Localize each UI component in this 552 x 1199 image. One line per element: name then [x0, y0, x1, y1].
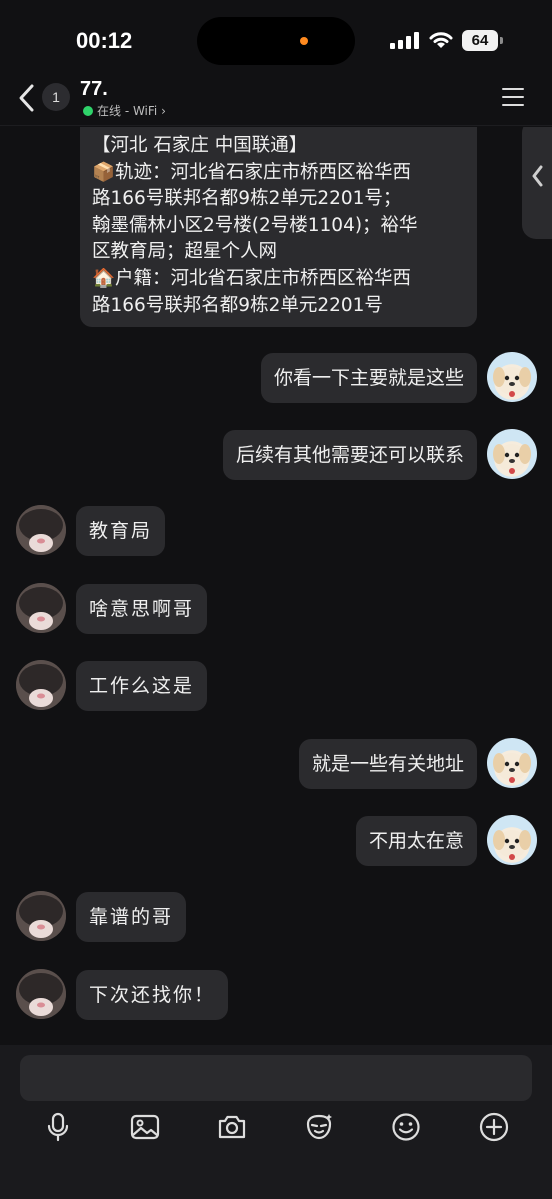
message-bubble-incoming[interactable]: 下次还找你！	[76, 970, 229, 1020]
emoji-icon[interactable]	[390, 1111, 422, 1143]
dynamic-island	[197, 17, 355, 65]
battery-tip	[500, 37, 503, 44]
status-bar: 00:12 64	[0, 0, 552, 78]
my-avatar[interactable]	[487, 738, 537, 788]
chat-header: 1 77. 在线 - WiFi ›	[0, 78, 552, 126]
message-line: 路166号联邦名都9栋2单元2201号；	[92, 188, 402, 210]
microphone-icon[interactable]	[42, 1111, 74, 1143]
cellular-signal-icon	[390, 32, 420, 49]
cat-avatar-image	[16, 660, 66, 710]
my-avatar[interactable]	[487, 352, 537, 402]
message-line: 翰墨儒林小区2号楼(2号楼1104)；裕华	[92, 214, 418, 236]
message-line: 【河北 石家庄 中国联通】	[92, 135, 308, 156]
message-bubble-incoming[interactable]: 靠谱的哥	[76, 892, 187, 942]
message-bubble-outgoing[interactable]: 你看一下主要就是这些	[260, 353, 477, 403]
privacy-indicator-dot	[300, 37, 308, 45]
cat-avatar-image	[16, 583, 66, 633]
my-avatar[interactable]	[487, 429, 537, 479]
location-info-message[interactable]: 【河北 石家庄 中国联通】 📦轨迹：河北省石家庄市桥西区裕华西 路166号联邦名…	[80, 127, 477, 327]
contact-avatar[interactable]	[16, 969, 66, 1019]
message-line: 区教育局；超星个人网	[92, 241, 278, 263]
dog-avatar-image	[493, 830, 531, 860]
back-icon[interactable]	[16, 83, 38, 113]
menu-icon[interactable]	[502, 88, 524, 106]
dog-avatar-image	[493, 367, 531, 397]
unread-badge[interactable]: 1	[42, 83, 70, 111]
message-bubble-outgoing[interactable]: 就是一些有关地址	[298, 739, 477, 789]
cat-avatar-image	[16, 969, 66, 1019]
contact-avatar[interactable]	[16, 583, 66, 633]
online-status-dot	[83, 106, 93, 116]
contact-name[interactable]: 77.	[80, 78, 108, 101]
cat-avatar-image	[16, 505, 66, 555]
sticker-icon[interactable]	[303, 1111, 335, 1143]
message-list[interactable]: 【河北 石家庄 中国联通】 📦轨迹：河北省石家庄市桥西区裕华西 路166号联邦名…	[0, 127, 552, 1045]
dog-avatar-image	[493, 444, 531, 474]
status-time: 00:12	[76, 28, 133, 53]
wifi-icon	[429, 32, 453, 48]
my-avatar[interactable]	[487, 815, 537, 865]
image-icon[interactable]	[129, 1111, 161, 1143]
cat-avatar-image	[16, 891, 66, 941]
message-line: 🏠户籍：河北省石家庄市桥西区裕华西	[92, 267, 412, 289]
dog-avatar-image	[493, 753, 531, 783]
message-line: 📦轨迹：河北省石家庄市桥西区裕华西	[92, 161, 412, 183]
message-input[interactable]	[20, 1055, 532, 1101]
message-line: 路166号联邦名都9栋2单元2201号	[92, 294, 383, 316]
message-bubble-incoming[interactable]: 教育局	[76, 506, 166, 556]
message-bubble-incoming[interactable]: 啥意思啊哥	[76, 584, 208, 634]
camera-icon[interactable]	[216, 1111, 248, 1143]
contact-avatar[interactable]	[16, 891, 66, 941]
composer	[0, 1045, 552, 1199]
contact-avatar[interactable]	[16, 505, 66, 555]
chevron-left-icon[interactable]	[531, 165, 543, 187]
battery-icon: 64	[462, 30, 498, 51]
message-bubble-outgoing[interactable]: 后续有其他需要还可以联系	[222, 430, 477, 480]
plus-icon[interactable]	[478, 1111, 510, 1143]
online-status-text[interactable]: 在线 - WiFi ›	[97, 102, 166, 119]
contact-avatar[interactable]	[16, 660, 66, 710]
message-bubble-incoming[interactable]: 工作么这是	[76, 661, 208, 711]
message-bubble-outgoing[interactable]: 不用太在意	[355, 816, 477, 866]
